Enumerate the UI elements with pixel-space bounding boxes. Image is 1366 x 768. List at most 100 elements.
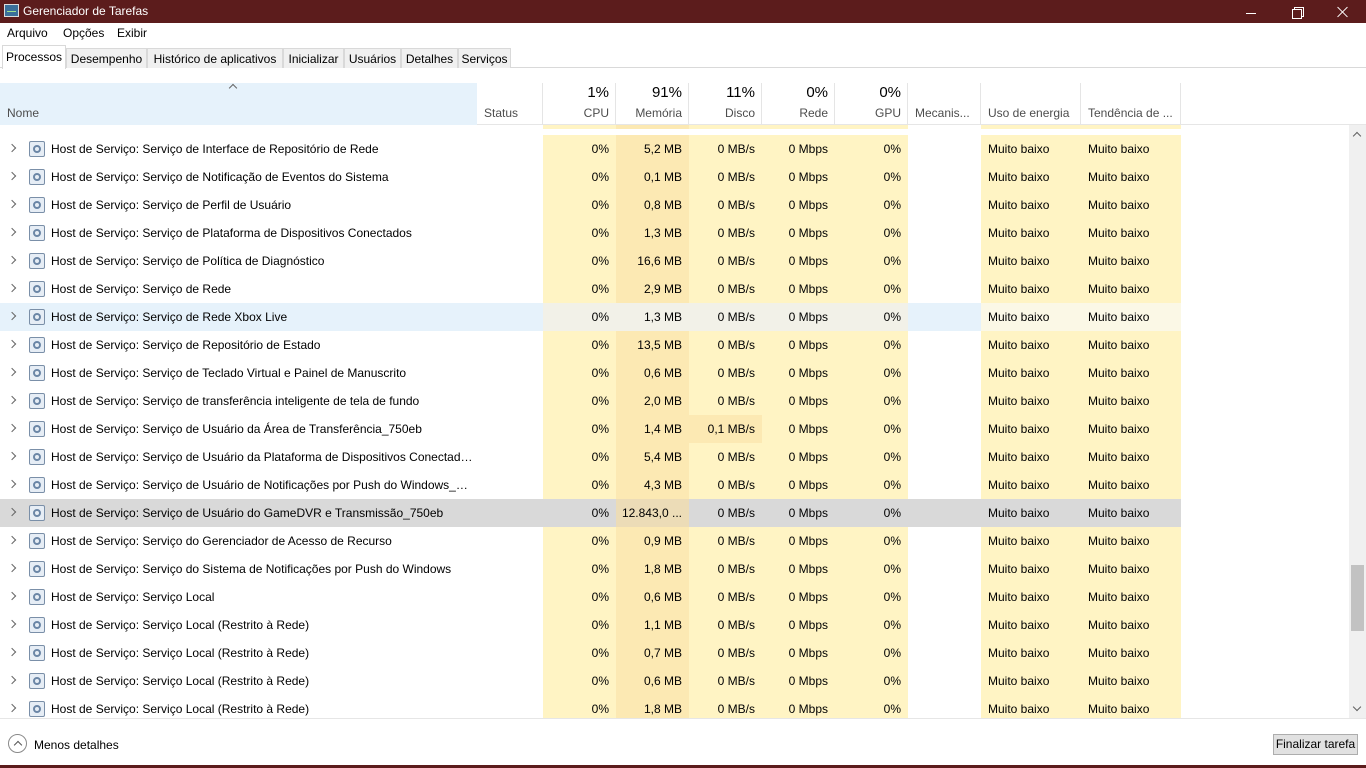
process-name: Host de Serviço: Serviço Local (Restrito… xyxy=(51,646,310,660)
cell-net: 0 Mbps xyxy=(762,219,835,247)
process-status xyxy=(477,471,543,499)
table-row[interactable]: Host de Serviço: Serviço de Plataforma d… xyxy=(0,219,1349,247)
cell-net: 0 Mbps xyxy=(762,415,835,443)
cell-cpu: 0% xyxy=(543,695,616,718)
cell-trend: Muito baixo xyxy=(1081,219,1181,247)
cell-gpu-engine xyxy=(908,639,981,667)
table-row[interactable]: Host de Serviço: Serviço Local (Restrito… xyxy=(0,611,1349,639)
cell-trend: Muito baixo xyxy=(1081,471,1181,499)
table-row[interactable]: Host de Serviço: Serviço de Repositório … xyxy=(0,331,1349,359)
minimize-button[interactable] xyxy=(1228,0,1274,23)
cell-gpu-engine xyxy=(908,359,981,387)
process-status xyxy=(477,527,543,555)
table-row[interactable]: Host de Serviço: Serviço de Política de … xyxy=(0,247,1349,275)
header-network[interactable]: 0% Rede xyxy=(762,83,835,125)
process-status xyxy=(477,583,543,611)
table-row[interactable]: Host de Serviço: Serviço Local (Restrito… xyxy=(0,639,1349,667)
table-row[interactable]: Host de Serviço: Serviço de Teclado Virt… xyxy=(0,359,1349,387)
table-row[interactable]: Host de Serviço: Serviço Local 0% 0,6 MB 0 … xyxy=(0,583,1349,611)
table-row[interactable]: Host de Serviço: Serviço Local (Restrito… xyxy=(0,667,1349,695)
header-power-trend[interactable]: Tendência de ... xyxy=(1081,83,1181,125)
header-gpu-engine[interactable]: Mecanis... xyxy=(908,83,981,125)
service-gear-icon xyxy=(29,449,45,465)
cell-net: 0 Mbps xyxy=(762,471,835,499)
cell-cpu: 0% xyxy=(543,583,616,611)
cell-power: Muito baixo xyxy=(981,527,1081,555)
cell-power: Muito baixo xyxy=(981,555,1081,583)
restore-button[interactable] xyxy=(1274,0,1320,23)
process-status xyxy=(477,163,543,191)
tab-usuarios[interactable]: Usuários xyxy=(344,48,401,68)
header-power-usage-label: Uso de energia xyxy=(988,106,1070,120)
menu-exibir[interactable]: Exibir xyxy=(117,26,147,40)
tab-processos[interactable]: Processos xyxy=(2,45,66,69)
cell-net: 0 Mbps xyxy=(762,639,835,667)
menu-opcoes[interactable]: Opções xyxy=(63,26,104,40)
process-name: Host de Serviço: Serviço Local xyxy=(51,590,215,604)
cell-mem: 2,9 MB xyxy=(616,275,689,303)
table-row[interactable]: Host de Serviço: Serviço do Gerenciador … xyxy=(0,527,1349,555)
process-name: Host de Serviço: Serviço de transferênci… xyxy=(51,394,420,408)
cell-gpu-engine xyxy=(908,667,981,695)
cell-trend: Muito baixo xyxy=(1081,583,1181,611)
scroll-up-icon[interactable] xyxy=(1352,131,1362,141)
service-gear-icon xyxy=(29,309,45,325)
header-cpu[interactable]: 1% CPU xyxy=(543,83,616,125)
table-row[interactable]: Host de Serviço: Serviço de Interface de… xyxy=(0,135,1349,163)
table-row[interactable]: Host de Serviço: Serviço de Rede Xbox Li… xyxy=(0,303,1349,331)
table-row[interactable]: Host de Serviço: Serviço de Usuário do G… xyxy=(0,499,1349,527)
header-disk[interactable]: 11% Disco xyxy=(689,83,762,125)
cell-net: 0 Mbps xyxy=(762,387,835,415)
tab-desempenho[interactable]: Desempenho xyxy=(66,48,147,68)
process-name: Host de Serviço: Serviço de Rede xyxy=(51,282,232,296)
cell-gpu: 0% xyxy=(835,415,908,443)
menu-arquivo[interactable]: Arquivo xyxy=(7,26,48,40)
vertical-scrollbar[interactable] xyxy=(1349,125,1366,718)
scroll-down-icon[interactable] xyxy=(1352,702,1362,712)
table-row[interactable]: Host de Serviço: Serviço do Sistema de N… xyxy=(0,555,1349,583)
table-row[interactable]: Host de Serviço: Serviço de Rede 0% 2,9 MB… xyxy=(0,275,1349,303)
cell-net: 0 Mbps xyxy=(762,135,835,163)
header-name[interactable]: Nome xyxy=(0,83,477,125)
cell-gpu: 0% xyxy=(835,499,908,527)
end-task-button[interactable]: Finalizar tarefa xyxy=(1273,734,1358,755)
header-power-usage[interactable]: Uso de energia xyxy=(981,83,1081,125)
tab-historico[interactable]: Histórico de aplicativos xyxy=(147,48,283,68)
header-network-pct: 0% xyxy=(806,84,828,101)
table-row[interactable]: Host de Serviço: Serviço de Usuário de N… xyxy=(0,471,1349,499)
cell-cpu: 0% xyxy=(543,303,616,331)
process-status xyxy=(477,695,543,718)
header-memory[interactable]: 91% Memória xyxy=(616,83,689,125)
table-row[interactable]: Host de Serviço: Serviço de Usuário da Á… xyxy=(0,415,1349,443)
cell-disk: 0 MB/s xyxy=(689,611,762,639)
tab-detalhes[interactable]: Detalhes xyxy=(401,48,458,68)
cell-disk: 0 MB/s xyxy=(689,583,762,611)
tab-servicos[interactable]: Serviços xyxy=(458,48,511,68)
chevron-up-circle-icon[interactable] xyxy=(8,734,27,753)
less-details-link[interactable]: Menos detalhes xyxy=(34,738,119,752)
cell-disk: 0 MB/s xyxy=(689,667,762,695)
cell-mem: 1,3 MB xyxy=(616,303,689,331)
process-name: Host de Serviço: Serviço de Repositório … xyxy=(51,338,321,352)
service-gear-icon xyxy=(29,505,45,521)
header-status[interactable]: Status xyxy=(477,83,543,125)
table-row[interactable]: Host de Serviço: Serviço de Perfil de Us… xyxy=(0,191,1349,219)
cell-disk: 0 MB/s xyxy=(689,303,762,331)
table-row[interactable]: Host de Serviço: Serviço de Notificação … xyxy=(0,163,1349,191)
header-gpu[interactable]: 0% GPU xyxy=(835,83,908,125)
cell-trend: Muito baixo xyxy=(1081,247,1181,275)
close-button[interactable] xyxy=(1320,0,1366,23)
scroll-thumb[interactable] xyxy=(1351,565,1364,631)
table-row[interactable]: Host de Serviço: Serviço de Usuário da P… xyxy=(0,443,1349,471)
service-gear-icon xyxy=(29,561,45,577)
cell-gpu-engine xyxy=(908,555,981,583)
cell-gpu: 0% xyxy=(835,275,908,303)
table-row[interactable]: Host de Serviço: Serviço Local (Restrito… xyxy=(0,695,1349,718)
tab-inicializar[interactable]: Inicializar xyxy=(283,48,344,68)
cell-cpu: 0% xyxy=(543,275,616,303)
cell-disk: 0 MB/s xyxy=(689,247,762,275)
table-row[interactable]: Host de Serviço: Serviço de transferênci… xyxy=(0,387,1349,415)
cell-cpu: 0% xyxy=(543,387,616,415)
cell-disk: 0 MB/s xyxy=(689,387,762,415)
cell-gpu: 0% xyxy=(835,303,908,331)
